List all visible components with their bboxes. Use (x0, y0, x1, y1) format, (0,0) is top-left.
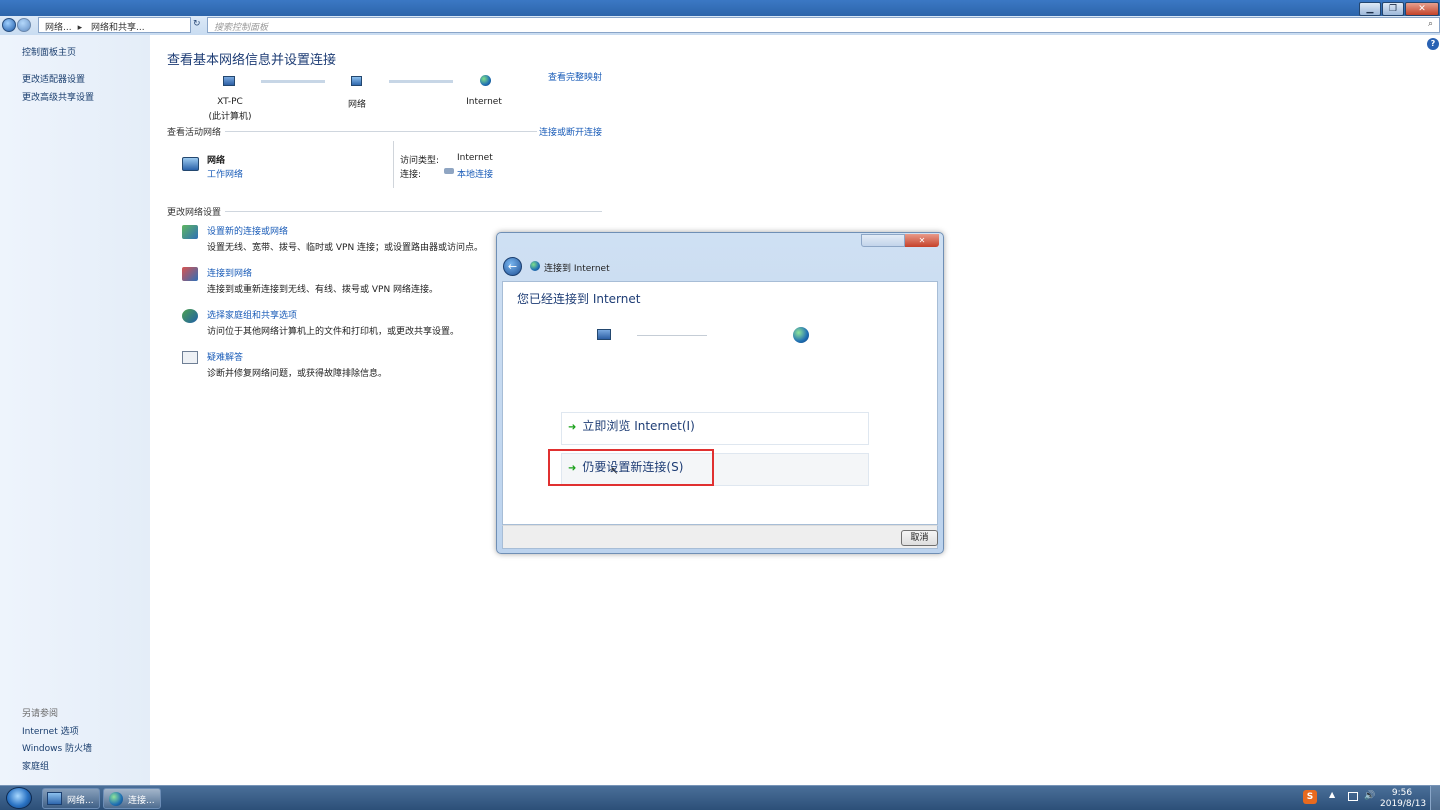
dialog-back-button[interactable]: ← (503, 257, 522, 276)
ime-icon[interactable]: S (1303, 790, 1317, 804)
task-setup-connection-link[interactable]: 设置新的连接或网络 (207, 224, 288, 237)
see-also-internet-options[interactable]: Internet 选项 (22, 724, 79, 737)
refresh-icon[interactable]: ↻ (193, 19, 201, 29)
left-task-pane: 控制面板主页 更改适配器设置 更改高级共享设置 另请参阅 Internet 选项… (0, 35, 150, 785)
clock-date[interactable]: 2019/8/13 (1380, 799, 1426, 809)
browse-internet-label: 立即浏览 Internet(I) (582, 419, 695, 433)
map-node-computer-label[interactable]: XT-PC (205, 97, 255, 107)
new-connection-icon (182, 225, 198, 239)
browse-internet-option[interactable]: ➜ 立即浏览 Internet(I) (561, 412, 869, 445)
network-tray-icon[interactable] (1348, 792, 1358, 801)
network-name: 网络 (207, 156, 226, 166)
globe-icon (109, 792, 123, 806)
help-icon[interactable]: ? (1427, 38, 1439, 50)
taskbar-button-connect-label: 连接... (128, 796, 155, 806)
start-button[interactable] (6, 787, 32, 809)
connect-disconnect-link[interactable]: 连接或断开连接 (539, 125, 602, 138)
divider (393, 141, 394, 188)
search-icon[interactable]: ⌕ (1428, 19, 1433, 29)
show-hidden-icons-icon[interactable]: ▲ (1329, 790, 1335, 799)
green-arrow-icon: ➜ (568, 422, 577, 433)
sidebar-item-adapter-settings[interactable]: 更改适配器设置 (22, 72, 85, 85)
see-also-firewall[interactable]: Windows 防火墙 (22, 741, 92, 754)
computer-icon (223, 76, 235, 86)
breadcrumb-sharing-center[interactable]: 网络和共享... (91, 23, 145, 32)
show-desktop-button[interactable] (1430, 786, 1440, 810)
dialog-min-max-buttons[interactable] (861, 234, 905, 247)
cancel-button[interactable]: 取消 (901, 530, 938, 546)
address-bar[interactable]: 网络... ▸ 网络和共享... (38, 17, 191, 33)
task-connect-network-desc: 连接到或重新连接到无线、有线、拨号或 VPN 网络连接。 (207, 285, 439, 295)
map-connector-line (261, 80, 325, 83)
globe-icon (793, 327, 809, 343)
view-full-map-link[interactable]: 查看完整映射 (548, 70, 602, 83)
see-also-header: 另请参阅 (22, 709, 59, 719)
change-settings-header: 更改网络设置 (167, 208, 222, 218)
dialog-title: 连接到 Internet (544, 264, 610, 274)
access-type-label: 访问类型: (400, 156, 440, 166)
active-networks-header: 查看活动网络 (167, 128, 222, 138)
dialog-heading: 您已经连接到 Internet (517, 292, 641, 306)
map-node-computer-sublabel: (此计算机) (208, 112, 252, 122)
connector-line (637, 335, 707, 336)
taskbar-button-network-label: 网络... (67, 796, 94, 806)
see-also-homegroup[interactable]: 家庭组 (22, 759, 49, 772)
task-homegroup-link[interactable]: 选择家庭组和共享选项 (207, 308, 297, 321)
taskbar-button-connect[interactable]: 连接... (103, 788, 161, 809)
network-type-link[interactable]: 工作网络 (207, 167, 243, 180)
map-node-network-label[interactable]: 网络 (337, 97, 377, 110)
clock-time[interactable]: 9:56 (1380, 788, 1424, 798)
highlight-box (548, 449, 714, 486)
access-type-value: Internet (457, 153, 493, 163)
homegroup-icon (182, 309, 198, 323)
map-node-internet-label[interactable]: Internet (459, 97, 509, 107)
globe-icon (480, 75, 491, 86)
navigation-bar: 网络... ▸ 网络和共享... ↻ 搜索控制面板 ⌕ (0, 16, 1440, 35)
network-icon (47, 792, 62, 805)
divider (225, 131, 537, 132)
task-troubleshoot-desc: 诊断并修复网络问题，或获得故障排除信息。 (207, 369, 388, 379)
close-button[interactable]: ✕ (1405, 2, 1439, 16)
task-homegroup-desc: 访问位于其他网络计算机上的文件和打印机，或更改共享设置。 (207, 327, 460, 337)
back-icon[interactable] (2, 18, 16, 32)
ethernet-icon (444, 168, 454, 174)
task-setup-connection-desc: 设置无线、宽带、拨号、临时或 VPN 连接；或设置路由器或访问点。 (207, 243, 484, 253)
taskbar: 网络... 连接... S ▲ 🔊 9:56 2019/8/13 (0, 785, 1440, 810)
computer-icon (597, 329, 611, 340)
connect-to-internet-dialog: ✕ ← 连接到 Internet 您已经连接到 Internet ➜ 立即浏览 I… (496, 232, 944, 554)
network-bench-icon (182, 157, 199, 171)
map-connector-line (389, 80, 453, 83)
troubleshoot-icon (182, 351, 198, 364)
maximize-button[interactable]: ❐ (1382, 2, 1404, 16)
volume-icon[interactable]: 🔊 (1364, 791, 1375, 801)
sidebar-item-advanced-sharing[interactable]: 更改高级共享设置 (22, 90, 94, 103)
network-icon (351, 76, 362, 86)
taskbar-button-network[interactable]: 网络... (42, 788, 100, 809)
dialog-close-button[interactable]: ✕ (905, 234, 939, 247)
minimize-button[interactable]: ▁ (1359, 2, 1381, 16)
dialog-footer: 取消 (502, 525, 938, 549)
task-troubleshoot-link[interactable]: 疑难解答 (207, 350, 243, 363)
mouse-cursor-icon: ↖ (610, 466, 619, 477)
task-connect-network-link[interactable]: 连接到网络 (207, 266, 252, 279)
page-title: 查看基本网络信息并设置连接 (167, 53, 337, 68)
sidebar-home-link[interactable]: 控制面板主页 (22, 45, 76, 58)
search-input[interactable]: 搜索控制面板 (207, 17, 1440, 33)
connect-network-icon (182, 267, 198, 281)
forward-icon[interactable] (17, 18, 31, 32)
connection-label: 连接: (400, 170, 422, 180)
dialog-body: 您已经连接到 Internet ➜ 立即浏览 Internet(I) ➜ 仍要设置新… (502, 281, 938, 525)
local-connection-link[interactable]: 本地连接 (457, 167, 493, 180)
divider (225, 211, 602, 212)
breadcrumb-network[interactable]: 网络... (45, 23, 72, 32)
globe-icon (530, 261, 540, 271)
